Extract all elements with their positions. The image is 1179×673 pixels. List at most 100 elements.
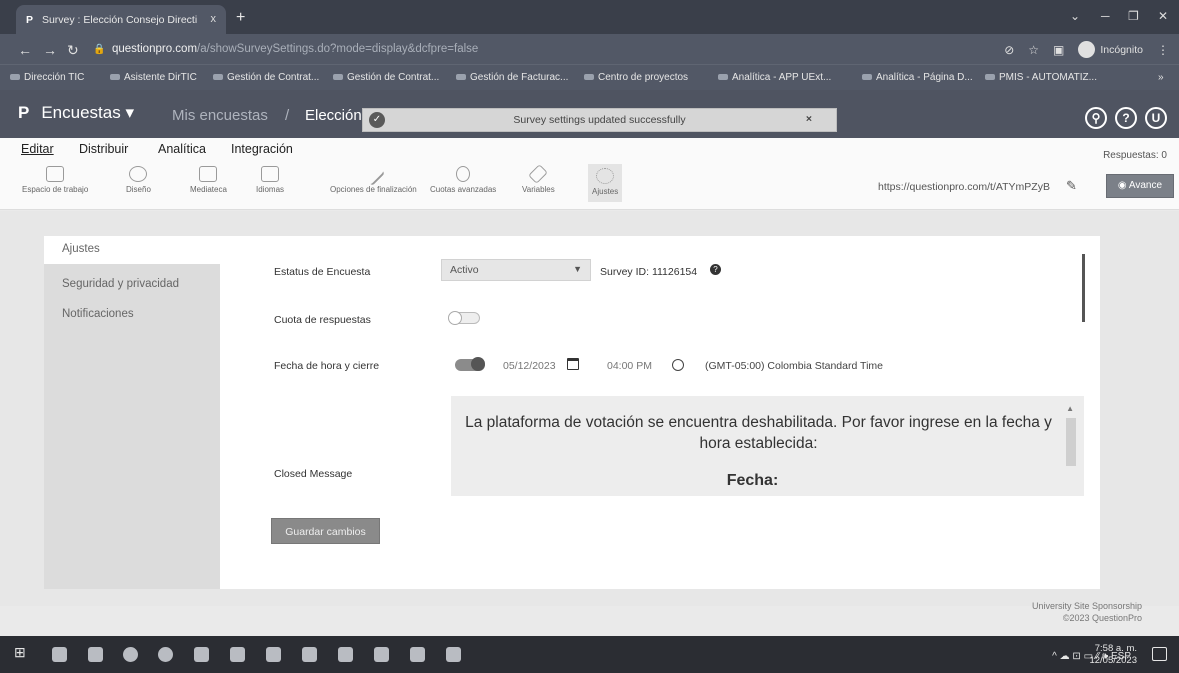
- bookmark-star-icon[interactable]: ☆: [1028, 43, 1039, 57]
- menu-integracion[interactable]: Integración: [231, 142, 293, 156]
- tracking-blocked-icon[interactable]: ⊘: [1004, 43, 1014, 57]
- gear-icon: [596, 168, 615, 184]
- word-icon[interactable]: [374, 647, 389, 662]
- footer-sponsorship[interactable]: University Site Sponsorship: [1032, 601, 1142, 611]
- taskbar-clock[interactable]: 7:58 a. m. 12/05/2023: [1089, 643, 1137, 667]
- menu-analitica[interactable]: Analítica: [158, 142, 206, 156]
- sidebar-item-ajustes[interactable]: Ajustes: [62, 243, 100, 255]
- bookmark-item[interactable]: Analítica - APP UExt...: [718, 72, 831, 83]
- info-icon[interactable]: ?: [710, 264, 721, 275]
- edge-icon[interactable]: [123, 647, 138, 662]
- close-date-label: Fecha de hora y cierre: [274, 360, 380, 372]
- browser-tab[interactable]: P Survey : Elección Consejo Directi x: [16, 5, 226, 34]
- browser-tab-strip: P Survey : Elección Consejo Directi x + …: [0, 0, 1179, 34]
- url-field[interactable]: questionpro.com/a/showSurveySettings.do?…: [112, 43, 478, 55]
- tab-search-chevron-icon[interactable]: ⌄: [1070, 9, 1080, 23]
- tab-title: Survey : Elección Consejo Directi: [41, 14, 198, 26]
- app-icon[interactable]: [230, 647, 245, 662]
- bookmark-item[interactable]: Asistente DirTIC: [110, 72, 197, 83]
- task-view-icon[interactable]: [52, 647, 67, 662]
- help-icon[interactable]: ?: [1115, 107, 1137, 129]
- menu-distribuir[interactable]: Distribuir: [79, 142, 128, 156]
- tool-end-options[interactable]: Opciones de finalización: [330, 161, 417, 194]
- closed-message-editor[interactable]: La plataforma de votación se encuentra d…: [451, 396, 1084, 496]
- scroll-up-icon[interactable]: ▲: [1066, 404, 1074, 413]
- bookmarks-overflow-icon[interactable]: »: [1158, 72, 1164, 83]
- bookmark-item[interactable]: Analítica - Página D...: [862, 72, 973, 83]
- tool-media-library[interactable]: Mediateca: [190, 166, 227, 194]
- close-date-toggle[interactable]: [455, 357, 485, 371]
- edit-link-pencil-icon[interactable]: ✎: [1066, 178, 1077, 194]
- bookmark-item[interactable]: Gestión de Contrat...: [213, 72, 319, 83]
- bookmark-item[interactable]: Gestión de Facturac...: [456, 72, 568, 83]
- bookmark-item[interactable]: PMIS - AUTOMATIZ...: [985, 72, 1097, 83]
- teams-icon[interactable]: [338, 647, 353, 662]
- close-window-icon[interactable]: ✕: [1158, 9, 1168, 23]
- status-select[interactable]: Activo ▼: [441, 259, 591, 281]
- questionpro-favicon-icon: P: [26, 14, 34, 26]
- tool-settings[interactable]: Ajustes: [588, 164, 623, 202]
- browser-menu-icon[interactable]: ⋮: [1157, 43, 1169, 57]
- incognito-badge[interactable]: Incógnito: [1078, 41, 1143, 58]
- bookmark-icon: [110, 74, 120, 81]
- excel-icon[interactable]: [410, 647, 425, 662]
- browser-actions: ⊘ ☆ ▣ Incógnito ⋮: [1004, 41, 1169, 58]
- forward-icon[interactable]: →: [43, 42, 57, 58]
- footer-copyright: ©2023 QuestionPro: [1062, 613, 1142, 623]
- chrome-icon[interactable]: [158, 647, 173, 662]
- tool-design[interactable]: Diseño: [126, 166, 151, 194]
- panel-scrollbar[interactable]: [1082, 254, 1085, 322]
- back-icon[interactable]: ←: [18, 42, 32, 58]
- user-icon[interactable]: U: [1145, 107, 1167, 129]
- bookmark-item[interactable]: Gestión de Contrat...: [333, 72, 439, 83]
- bookmark-icon: [862, 74, 872, 81]
- save-button[interactable]: Guardar cambios: [271, 518, 380, 544]
- notifications-icon[interactable]: [1152, 647, 1167, 661]
- reload-icon[interactable]: ↻: [67, 42, 79, 59]
- close-time-input[interactable]: 04:00 PM: [607, 360, 652, 372]
- tool-languages[interactable]: Idiomas: [256, 166, 284, 194]
- tool-advanced-quotas[interactable]: Cuotas avanzadas: [430, 166, 496, 194]
- preview-button[interactable]: ◉ Avance: [1106, 174, 1174, 198]
- main-menu: Editar Distribuir Analítica Integración: [0, 138, 1179, 160]
- breadcrumb-survey-name[interactable]: Elección: [305, 107, 362, 124]
- bookmark-item[interactable]: Dirección TIC: [10, 72, 84, 83]
- clock-icon[interactable]: [672, 359, 684, 371]
- survey-short-link[interactable]: https://questionpro.com/t/ATYmPZyB: [878, 181, 1050, 193]
- sidebar-item-notifications[interactable]: Notificaciones: [62, 308, 134, 320]
- toast-close-button[interactable]: ×: [806, 113, 812, 125]
- sidebar-item-security[interactable]: Seguridad y privacidad: [62, 278, 179, 290]
- calendar-icon[interactable]: [567, 358, 579, 370]
- timezone-text[interactable]: (GMT-05:00) Colombia Standard Time: [705, 360, 883, 372]
- bookmark-item[interactable]: Centro de proyectos: [584, 72, 688, 83]
- url-domain: questionpro.com: [112, 43, 198, 55]
- side-panel-icon[interactable]: ▣: [1053, 43, 1064, 57]
- quota-label: Cuota de respuestas: [274, 314, 371, 326]
- bookmark-icon: [213, 74, 223, 81]
- settings-sidebar: Ajustes Seguridad y privacidad Notificac…: [44, 236, 220, 589]
- editor-scrollbar[interactable]: [1066, 418, 1076, 466]
- bookmark-icon: [985, 74, 995, 81]
- file-explorer-icon[interactable]: [88, 647, 103, 662]
- app-icon[interactable]: [266, 647, 281, 662]
- survey-id: Survey ID: 11126154: [600, 266, 698, 278]
- tag-icon: [528, 164, 549, 184]
- new-tab-button[interactable]: +: [236, 9, 245, 27]
- tab-close-icon[interactable]: x: [211, 13, 217, 25]
- product-switcher[interactable]: P Encuestas ▾: [18, 103, 134, 123]
- restore-icon[interactable]: ❐: [1128, 9, 1139, 23]
- breadcrumb-my-surveys[interactable]: Mis encuestas: [172, 107, 268, 124]
- menu-editar[interactable]: Editar: [21, 142, 54, 156]
- minimize-icon[interactable]: ─: [1101, 9, 1110, 23]
- tool-variables[interactable]: Variables: [522, 164, 555, 194]
- app-icon[interactable]: [446, 647, 461, 662]
- search-icon[interactable]: ⚲: [1085, 107, 1107, 129]
- windows-start-icon[interactable]: ⊞: [14, 644, 29, 660]
- tool-workspace[interactable]: Espacio de trabajo: [22, 166, 88, 194]
- lock-icon: 🔒: [93, 44, 106, 55]
- app-icon[interactable]: [302, 647, 317, 662]
- close-date-input[interactable]: 05/12/2023: [503, 360, 556, 372]
- outlook-icon[interactable]: [194, 647, 209, 662]
- questionpro-logo-icon: P: [18, 103, 30, 122]
- quota-toggle[interactable]: [448, 311, 480, 325]
